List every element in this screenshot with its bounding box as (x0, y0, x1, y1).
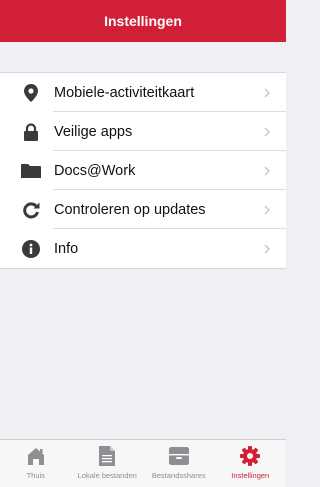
folder-icon (20, 160, 42, 182)
tab-home[interactable]: Thuis (0, 440, 72, 487)
settings-item-label: Veilige apps (54, 123, 133, 140)
chevron-right-icon (264, 244, 270, 254)
chevron-right-icon (264, 127, 270, 137)
page-title: Instellingen (104, 13, 182, 29)
settings-item-label: Controleren op updates (54, 201, 206, 218)
settings-item-label: Info (54, 240, 79, 257)
tab-settings[interactable]: Instellingen (215, 440, 287, 487)
refresh-icon (20, 199, 42, 221)
settings-item-label: Docs@Work (54, 162, 136, 179)
document-icon (96, 445, 118, 467)
chevron-right-icon (264, 166, 270, 176)
tab-local-files[interactable]: Lokale bestanden (72, 440, 144, 487)
tab-label: Thuis (26, 471, 45, 480)
archive-box-icon (168, 445, 190, 467)
settings-item-check-updates[interactable]: Controleren op updates (0, 190, 286, 229)
tab-label: Lokale bestanden (77, 471, 137, 480)
chevron-right-icon (264, 205, 270, 215)
gear-icon (239, 445, 261, 467)
nav-bar: Instellingen (0, 0, 286, 42)
settings-item-mobile-activity-map[interactable]: Mobiele-activiteitkaart (0, 73, 286, 112)
tab-label: Bestandsshares (151, 471, 206, 480)
home-icon (25, 445, 47, 467)
settings-item-label: Mobiele-activiteitkaart (54, 84, 195, 101)
lock-icon (20, 121, 42, 143)
settings-item-docs-at-work[interactable]: Docs@Work (0, 151, 286, 190)
info-icon (20, 238, 42, 260)
tab-bar: Thuis Lokale bestanden Bestandsshares In… (0, 439, 286, 487)
settings-list: Mobiele-activiteitkaart Veilige apps Doc… (0, 72, 286, 269)
chevron-right-icon (264, 88, 270, 98)
settings-item-secure-apps[interactable]: Veilige apps (0, 112, 286, 151)
tab-label: Instellingen (231, 471, 270, 480)
settings-item-info[interactable]: Info (0, 229, 286, 268)
location-pin-icon (20, 82, 42, 104)
tab-file-shares[interactable]: Bestandsshares (143, 440, 215, 487)
